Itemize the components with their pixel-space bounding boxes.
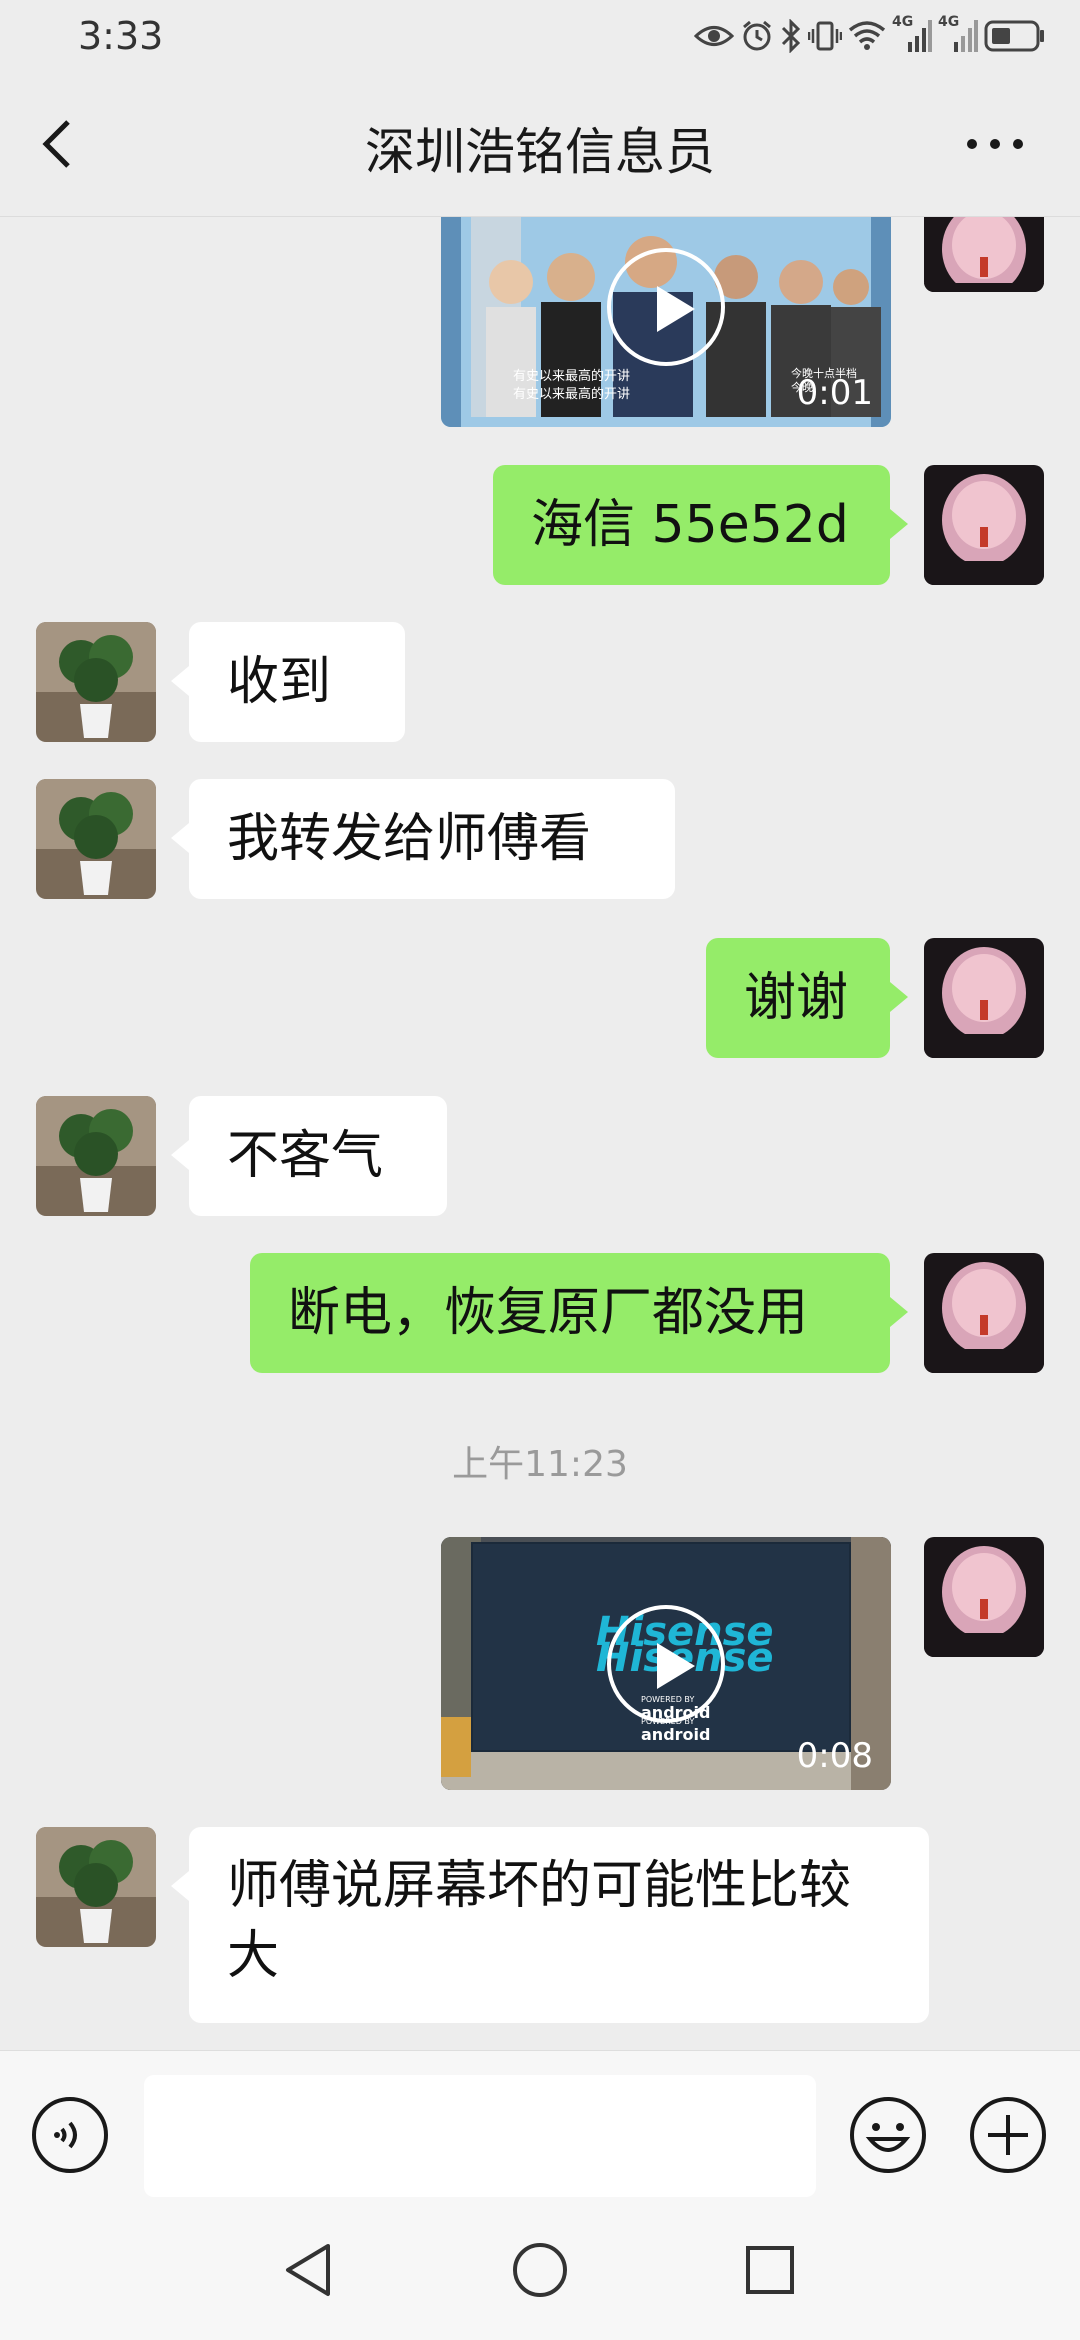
play-icon[interactable] bbox=[607, 248, 725, 366]
received-message[interactable]: 不客气 bbox=[171, 1096, 447, 1216]
received-message[interactable]: 收到 bbox=[171, 622, 405, 742]
signal-icon: 4G bbox=[892, 14, 932, 54]
more-dots-icon bbox=[967, 139, 1023, 149]
vibrate-icon bbox=[808, 21, 842, 51]
message-timestamp: 上午11:23 bbox=[452, 1444, 628, 1485]
chat-header: 深圳浩铭信息员 bbox=[0, 72, 1080, 217]
video-duration: 0:01 bbox=[796, 373, 873, 413]
nav-home-icon bbox=[513, 2243, 567, 2297]
my-avatar[interactable] bbox=[924, 938, 1044, 1058]
contact-avatar[interactable] bbox=[36, 1827, 156, 1947]
message-text: 海信 55e52d bbox=[531, 495, 849, 555]
voice-button[interactable] bbox=[30, 2095, 110, 2175]
signal-icon-2: 4G bbox=[938, 14, 978, 54]
plus-icon bbox=[970, 2097, 1046, 2173]
nav-back-icon bbox=[286, 2244, 330, 2296]
emoji-button[interactable] bbox=[848, 2095, 928, 2175]
more-functions-button[interactable] bbox=[968, 2095, 1048, 2175]
video-caption: 有史以来最高的开讲 bbox=[513, 369, 631, 384]
alarm-icon bbox=[743, 20, 771, 51]
message-text: 师傅说屏幕坏的可能性比较 bbox=[227, 1856, 852, 1916]
sent-message[interactable]: 断电，恢复原厂都没用 bbox=[250, 1253, 908, 1373]
nav-home-button[interactable] bbox=[508, 2238, 572, 2302]
message-text: 收到 bbox=[227, 652, 332, 712]
status-bar: 3:33 4G 4G bbox=[0, 0, 1080, 72]
sent-message[interactable]: 海信 55e52d bbox=[493, 465, 908, 585]
system-nav-bar bbox=[0, 2200, 1080, 2340]
nav-recents-icon bbox=[746, 2246, 794, 2294]
chat-title: 深圳浩铭信息员 bbox=[365, 123, 715, 181]
video-caption: 有史以来最高的开讲 bbox=[513, 387, 631, 402]
message-text: 谢谢 bbox=[744, 968, 849, 1028]
my-avatar[interactable] bbox=[924, 1537, 1044, 1657]
my-avatar[interactable] bbox=[924, 1253, 1044, 1373]
eye-icon bbox=[694, 26, 734, 46]
powered-text: android bbox=[641, 1725, 711, 1744]
video-message[interactable]: Hisense Hisense POWERED BY android POWER… bbox=[441, 1537, 891, 1790]
sent-message[interactable]: 谢谢 bbox=[706, 938, 908, 1058]
play-icon[interactable] bbox=[607, 1604, 725, 1723]
contact-avatar[interactable] bbox=[36, 1096, 156, 1216]
wifi-icon bbox=[848, 21, 886, 50]
contact-avatar[interactable] bbox=[36, 622, 156, 742]
my-avatar[interactable] bbox=[924, 217, 1044, 292]
more-button[interactable] bbox=[960, 124, 1030, 164]
video-message[interactable]: 有史以来最高的开讲 有史以来最高的开讲 今晚十点半档 今晚 0:01 bbox=[441, 217, 891, 427]
received-message[interactable]: 师傅说屏幕坏的可能性比较 大 bbox=[171, 1827, 929, 2023]
video-duration: 0:08 bbox=[796, 1736, 873, 1776]
voice-icon bbox=[32, 2097, 108, 2173]
input-bar bbox=[0, 2050, 1080, 2201]
nav-back-button[interactable] bbox=[278, 2238, 342, 2302]
bluetooth-icon bbox=[781, 19, 801, 53]
status-icons: 4G 4G bbox=[694, 14, 1046, 56]
message-text: 断电，恢复原厂都没用 bbox=[288, 1283, 809, 1343]
emoji-icon bbox=[850, 2097, 926, 2173]
message-text: 大 bbox=[227, 1926, 280, 1986]
message-input[interactable] bbox=[144, 2075, 816, 2197]
battery-icon bbox=[984, 20, 1044, 52]
my-avatar[interactable] bbox=[924, 465, 1044, 585]
message-text: 我转发给师傅看 bbox=[227, 809, 592, 869]
status-time: 3:33 bbox=[78, 14, 164, 58]
message-text: 不客气 bbox=[227, 1126, 384, 1186]
nav-recents-button[interactable] bbox=[738, 2238, 802, 2302]
message-list[interactable]: 有史以来最高的开讲 有史以来最高的开讲 今晚十点半档 今晚 0:01 海信 55… bbox=[0, 217, 1080, 2050]
contact-avatar[interactable] bbox=[36, 779, 156, 899]
received-message[interactable]: 我转发给师傅看 bbox=[171, 779, 675, 899]
